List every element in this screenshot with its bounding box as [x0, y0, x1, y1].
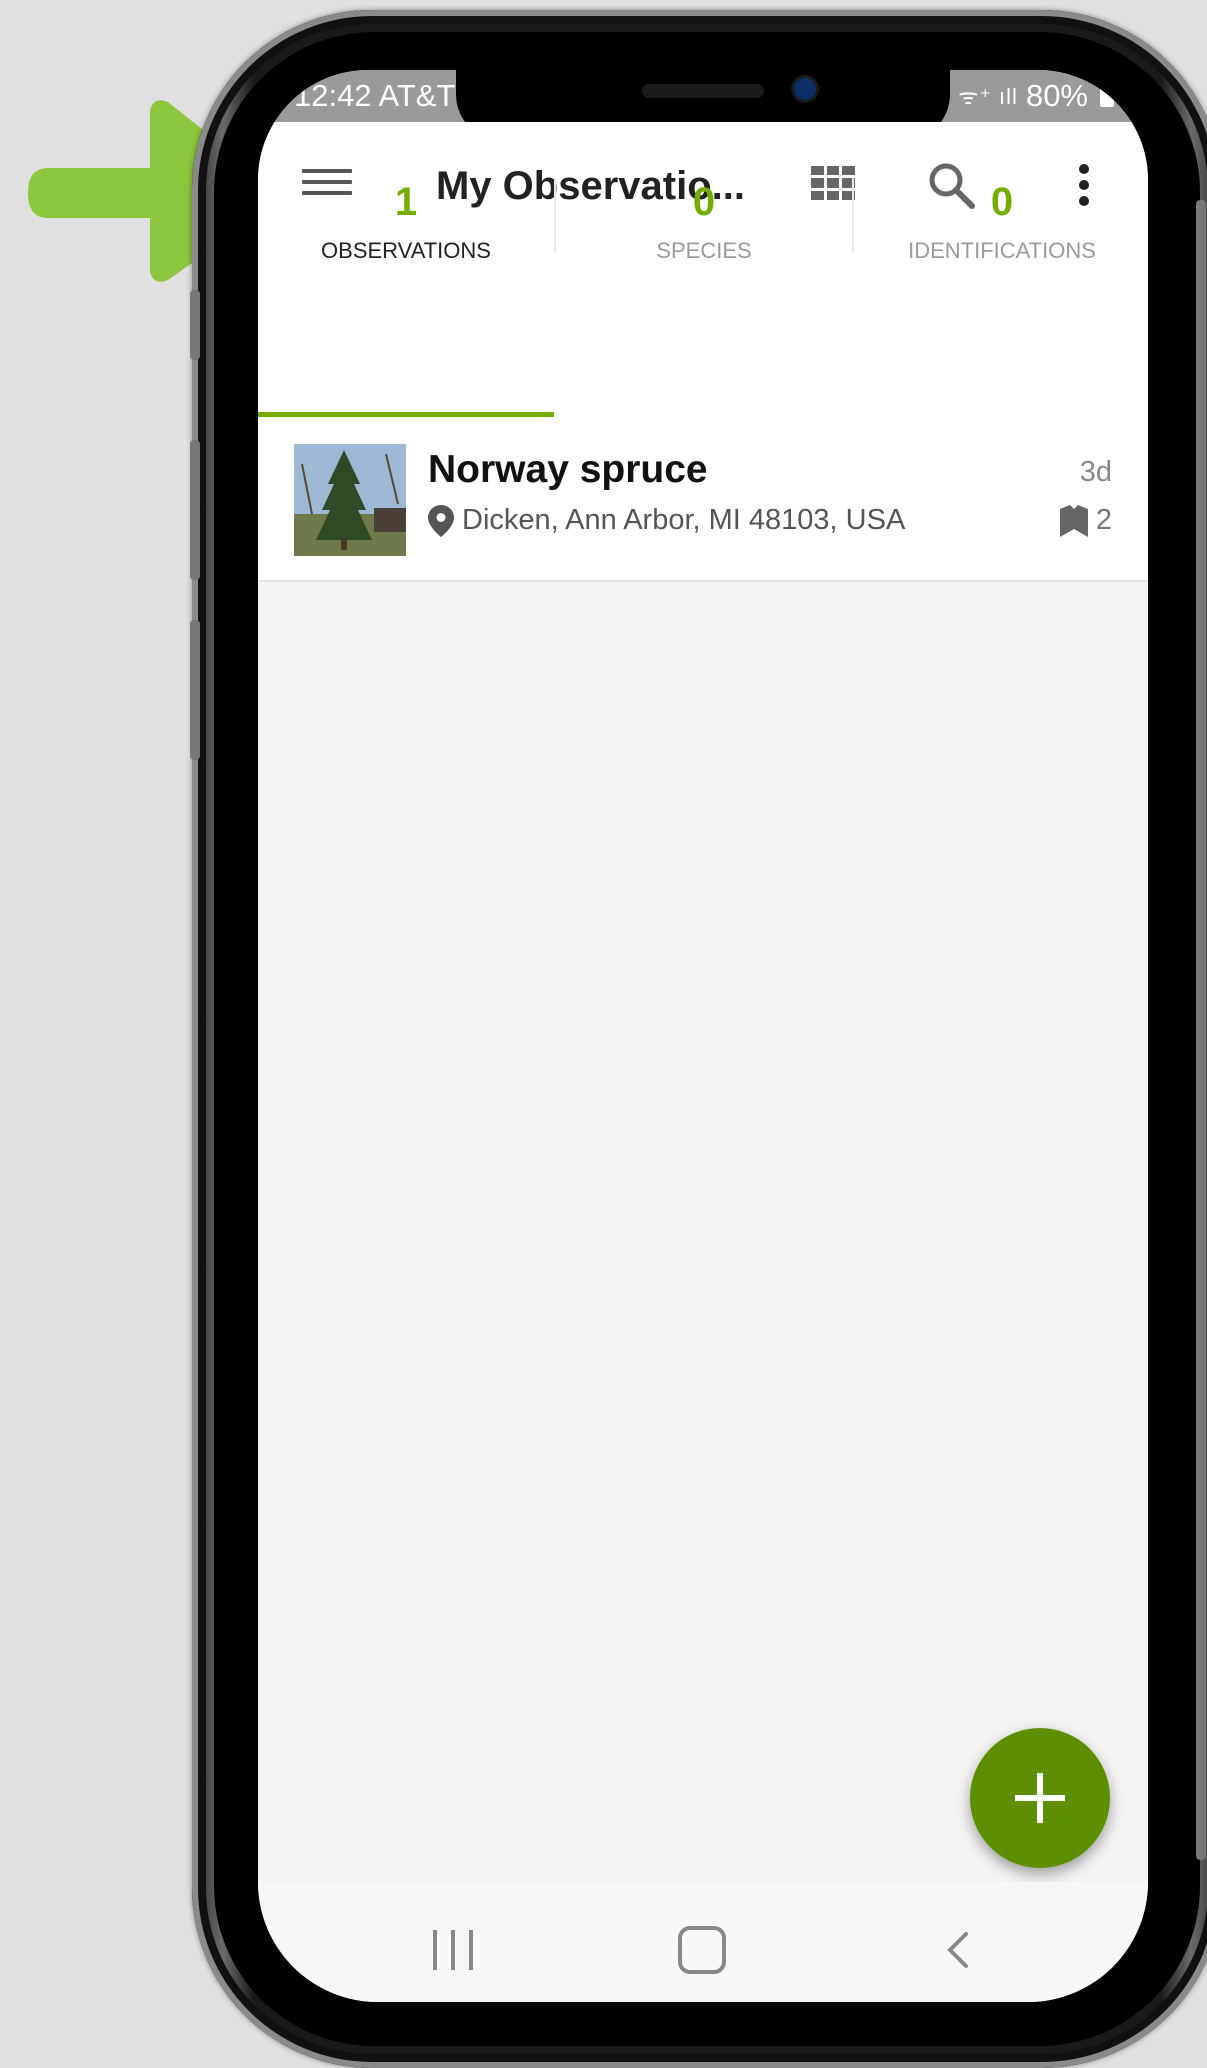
phone-screen: 12:42 AT&T ᯤ⁺ ıll 80% My Observatio... 1… [258, 70, 1148, 2002]
home-icon[interactable] [678, 1926, 726, 1974]
observations-label: OBSERVATIONS [321, 238, 491, 263]
phone-side-button [190, 620, 200, 760]
species-label: SPECIES [656, 238, 752, 263]
recent-apps-icon[interactable] [433, 1930, 473, 1970]
active-tab-indicator [258, 412, 554, 417]
observation-location: Dicken, Ann Arbor, MI 48103, USA [428, 504, 905, 537]
phone-side-button [190, 440, 200, 580]
observation-photo [294, 444, 406, 556]
tab-observations[interactable]: 1 OBSERVATIONS [258, 70, 554, 263]
tab-species[interactable]: 0 SPECIES [556, 70, 852, 263]
phone-side-button [190, 290, 200, 360]
system-nav-bar [258, 1882, 1148, 2002]
species-count: 0 [692, 180, 716, 224]
identification-flag-icon [1059, 504, 1088, 537]
identification-count: 2 [1095, 504, 1112, 536]
phone-side-button [1196, 200, 1206, 1860]
tab-identifications[interactable]: 0 IDENTIFICATIONS [854, 70, 1148, 263]
add-observation-button[interactable] [970, 1728, 1110, 1868]
observation-location-text: Dicken, Ann Arbor, MI 48103, USA [462, 504, 906, 536]
observations-count: 1 [394, 180, 418, 224]
stats-tabs: 1 OBSERVATIONS 0 SPECIES 0 IDENTIFICATIO… [258, 178, 1148, 424]
back-icon[interactable] [938, 1930, 978, 1970]
identifications-label: IDENTIFICATIONS [908, 238, 1096, 263]
identifications-count: 0 [990, 180, 1014, 224]
observation-age: 3d [1079, 456, 1112, 488]
location-pin-icon [428, 504, 454, 537]
observation-identifications: 2 [1059, 504, 1112, 537]
observation-name: Norway spruce [428, 448, 708, 491]
list-item[interactable]: Norway spruce Dicken, Ann Arbor, MI 4810… [258, 420, 1148, 582]
